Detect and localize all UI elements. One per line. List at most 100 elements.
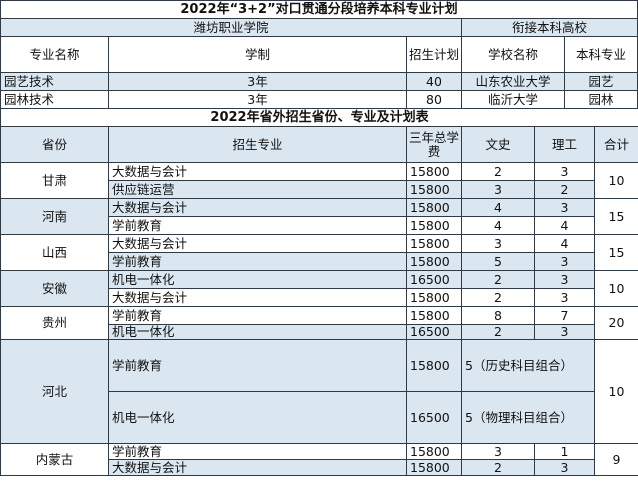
province-cell: 甘肃	[0, 162, 109, 199]
enrollment-cell: 80	[406, 90, 462, 109]
total-cell: 20	[594, 306, 638, 340]
major-cell: 大数据与会计	[108, 288, 407, 307]
header-major: 招生专业	[108, 126, 407, 163]
arts-cell: 2	[461, 324, 535, 340]
science-cell: 3	[534, 324, 595, 340]
major-cell: 学前教育	[108, 443, 407, 460]
table-row: 内蒙古 学前教育 15800 3 1 9	[0, 443, 638, 476]
total-cell: 10	[594, 270, 638, 307]
tuition-cell: 16500	[406, 391, 462, 444]
table2-header-row: 省份 招生专业 三年总学费 文史 理工 合计	[0, 126, 638, 163]
total-cell: 15	[594, 234, 638, 271]
duration-cell: 3年	[108, 90, 407, 109]
major-cell: 园艺技术	[0, 72, 109, 91]
arts-cell: 8	[461, 306, 535, 325]
major-cell: 学前教育	[108, 252, 407, 271]
science-cell: 1	[534, 443, 595, 460]
tuition-cell: 15800	[406, 198, 462, 217]
science-cell: 3	[534, 459, 595, 476]
science-cell: 3	[534, 252, 595, 271]
bachelor-major-cell: 园林	[563, 90, 638, 109]
table1-title-row: 2022年“3+2”对口贯通分段培养本科专业计划	[0, 0, 638, 19]
major-cell: 大数据与会计	[108, 198, 407, 217]
table-row: 园林技术 3年 80 临沂大学 园林	[0, 90, 638, 109]
tuition-cell: 15800	[406, 459, 462, 476]
school-cell: 山东农业大学	[461, 72, 565, 91]
major-cell: 大数据与会计	[108, 234, 407, 253]
combined-plan-cell: 5（物理科目组合）	[461, 391, 595, 444]
science-cell: 3	[534, 288, 595, 307]
table-row: 园艺技术 3年 40 山东农业大学 园艺	[0, 72, 638, 91]
tuition-cell: 16500	[406, 270, 462, 289]
table1-header-row: 专业名称 学制 招生计划 学校名称 本科专业	[0, 36, 638, 73]
tuition-cell: 15800	[406, 443, 462, 460]
science-cell: 4	[534, 234, 595, 253]
header-duration: 学制	[108, 36, 407, 73]
province-cell: 山西	[0, 234, 109, 271]
table-row: 安徽 机电一体化 16500 2 3 10	[0, 270, 638, 307]
header-province: 省份	[0, 126, 109, 163]
header-major: 专业名称	[0, 36, 109, 73]
header-school-name: 学校名称	[461, 36, 565, 73]
arts-cell: 3	[461, 180, 535, 199]
science-cell: 4	[534, 216, 595, 235]
major-cell: 学前教育	[108, 306, 407, 325]
major-cell: 机电一体化	[108, 324, 407, 340]
arts-cell: 4	[461, 216, 535, 235]
arts-cell: 2	[461, 270, 535, 289]
table-row: 河南 大数据与会计 15800 4 3 15	[0, 198, 638, 235]
major-cell: 机电一体化	[108, 270, 407, 289]
tuition-cell: 15800	[406, 180, 462, 199]
major-cell: 学前教育	[108, 216, 407, 235]
major-cell: 大数据与会计	[108, 162, 407, 181]
major-cell: 供应链运营	[108, 180, 407, 199]
table-row: 河北 学前教育 15800 5（历史科目组合） 10	[0, 339, 638, 444]
tuition-cell: 15800	[406, 234, 462, 253]
arts-cell: 2	[461, 459, 535, 476]
bachelor-major-cell: 园艺	[563, 72, 638, 91]
header-arts: 文史	[461, 126, 535, 163]
tuition-cell: 16500	[406, 324, 462, 340]
tuition-cell: 15800	[406, 216, 462, 235]
arts-cell: 5	[461, 252, 535, 271]
arts-cell: 4	[461, 198, 535, 217]
tuition-cell: 15800	[406, 288, 462, 307]
school-row: 潍坊职业学院 衔接本科高校	[0, 18, 638, 37]
enrollment-cell: 40	[406, 72, 462, 91]
arts-cell: 2	[461, 162, 535, 181]
total-cell: 10	[594, 339, 638, 444]
province-cell: 安徽	[0, 270, 109, 307]
duration-cell: 3年	[108, 72, 407, 91]
vocational-school: 潍坊职业学院	[0, 18, 462, 37]
table2-title-row: 2022年省外招生省份、专业及计划表	[0, 108, 638, 127]
province-cell: 河南	[0, 198, 109, 235]
major-cell: 学前教育	[108, 339, 407, 392]
header-total: 合计	[594, 126, 638, 163]
university-heading: 衔接本科高校	[460, 18, 638, 37]
table2-title: 2022年省外招生省份、专业及计划表	[0, 108, 638, 127]
science-cell: 3	[534, 162, 595, 181]
province-cell: 内蒙古	[0, 443, 109, 476]
header-enrollment: 招生计划	[406, 36, 462, 73]
header-science: 理工	[534, 126, 595, 163]
table1-title: 2022年“3+2”对口贯通分段培养本科专业计划	[0, 0, 638, 19]
table-row: 山西 大数据与会计 15800 3 4 15	[0, 234, 638, 271]
major-cell: 机电一体化	[108, 391, 407, 444]
total-cell: 9	[594, 443, 638, 476]
combined-plan-cell: 5（历史科目组合）	[461, 339, 595, 392]
table-row: 甘肃 大数据与会计 15800 2 3 10	[0, 162, 638, 199]
total-cell: 15	[594, 198, 638, 235]
arts-cell: 3	[461, 443, 535, 460]
tuition-cell: 15800	[406, 306, 462, 325]
tuition-cell: 15800	[406, 339, 462, 392]
science-cell: 2	[534, 180, 595, 199]
province-cell: 贵州	[0, 306, 109, 340]
plan-table: 2022年“3+2”对口贯通分段培养本科专业计划 潍坊职业学院 衔接本科高校 专…	[0, 0, 638, 109]
arts-cell: 3	[461, 234, 535, 253]
arts-cell: 2	[461, 288, 535, 307]
major-cell: 大数据与会计	[108, 459, 407, 476]
header-tuition: 三年总学费	[406, 126, 462, 163]
province-cell: 河北	[0, 339, 109, 444]
science-cell: 7	[534, 306, 595, 325]
science-cell: 3	[534, 270, 595, 289]
